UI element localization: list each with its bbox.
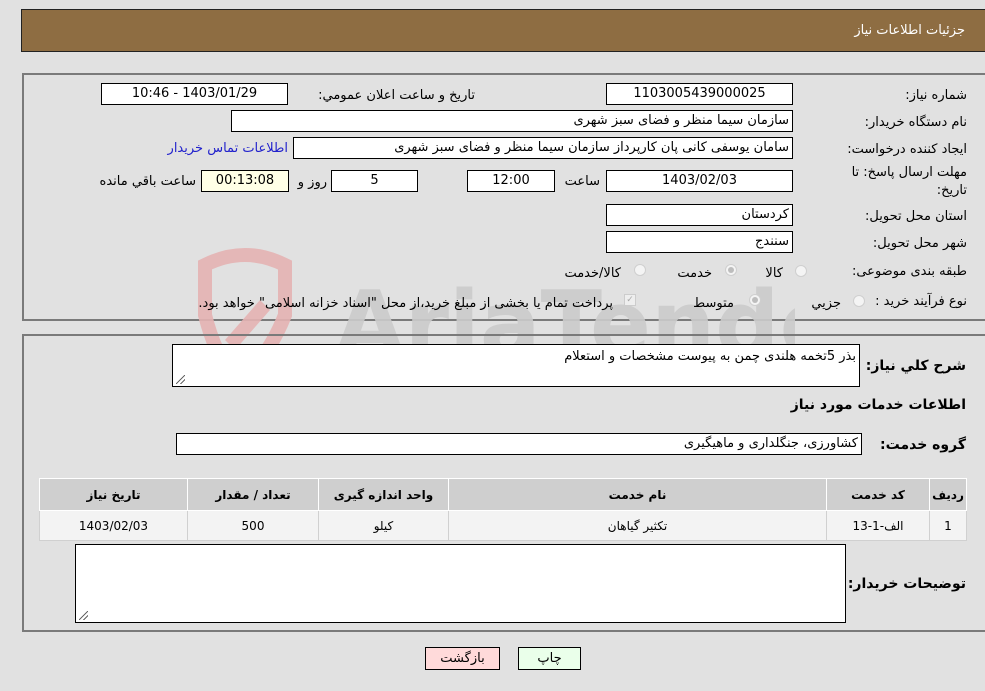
- back-button[interactable]: بازگشت: [425, 647, 500, 670]
- cell-service-name: تکثیر گیاهان: [448, 510, 827, 541]
- city-label: شهر محل تحویل:: [872, 236, 967, 251]
- cell-service-code: الف-1-13: [826, 510, 930, 541]
- buyer-notes-textarea[interactable]: [75, 544, 846, 623]
- deadline-time-field: 12:00: [467, 170, 555, 192]
- table-row: 1 الف-1-13 تکثیر گیاهان کیلو 500 1403/02…: [39, 510, 967, 541]
- creator-label: ایجاد کننده درخواست:: [847, 142, 967, 157]
- column-header-row-number: ردیف: [929, 478, 967, 511]
- treasury-note: پرداخت تمام یا بخشی از مبلغ خرید،از محل …: [198, 296, 613, 311]
- column-header-need-date: تاریخ نیاز: [39, 478, 188, 511]
- buyer-notes-label: توضیحات خریدار:: [847, 576, 966, 592]
- announce-datetime-field: 1403/01/29 - 10:46: [101, 83, 288, 105]
- process-radio-minor[interactable]: [853, 295, 865, 307]
- table-header-row: ردیف کد خدمت نام خدمت واحد اندازه گیری ت…: [39, 478, 967, 511]
- deadline-label: مهلت ارسال پاسخ: تا: [851, 165, 967, 180]
- remaining-time-field: 00:13:08: [201, 170, 289, 192]
- buyer-contact-link[interactable]: اطلاعات تماس خریدار: [168, 141, 288, 156]
- services-table: ردیف کد خدمت نام خدمت واحد اندازه گیری ت…: [39, 478, 967, 541]
- cell-need-date: 1403/02/03: [39, 510, 188, 541]
- province-label: استان محل تحویل:: [865, 209, 967, 224]
- process-option-medium: متوسط: [693, 296, 734, 311]
- print-button[interactable]: چاپ: [518, 647, 581, 670]
- buyer-org-label: نام دستگاه خریدار:: [864, 115, 967, 130]
- category-radio-goods[interactable]: [795, 265, 807, 277]
- column-header-service-name: نام خدمت: [448, 478, 827, 511]
- cell-unit: کیلو: [318, 510, 449, 541]
- deadline-time-label: ساعت: [564, 174, 600, 189]
- category-radio-service[interactable]: [725, 264, 737, 276]
- category-option-goods: کالا: [765, 266, 783, 281]
- column-header-service-code: کد خدمت: [826, 478, 930, 511]
- creator-field: سامان یوسفی کانی پان کارپرداز سازمان سیم…: [293, 137, 793, 159]
- process-label: نوع فرآیند خرید :: [875, 294, 967, 309]
- city-field: سنندج: [606, 231, 793, 253]
- category-option-goods-service: کالا/خدمت: [564, 266, 621, 281]
- description-text: بذر 5تخمه هلندی چمن به پیوست مشخصات و اس…: [564, 349, 856, 364]
- service-group-label: گروه خدمت:: [880, 437, 966, 453]
- cell-row-number: 1: [929, 510, 967, 541]
- process-option-minor: جزيي: [811, 296, 841, 311]
- description-textarea[interactable]: بذر 5تخمه هلندی چمن به پیوست مشخصات و اس…: [172, 344, 860, 387]
- province-field: کردستان: [606, 204, 793, 226]
- page-title: جزئیات اطلاعات نیاز: [854, 23, 965, 38]
- page-header: جزئیات اطلاعات نیاز: [21, 9, 985, 52]
- category-option-service: خدمت: [677, 266, 712, 281]
- days-remaining-field: 5: [331, 170, 418, 192]
- cell-quantity: 500: [187, 510, 319, 541]
- column-header-quantity: تعداد / مقدار: [187, 478, 319, 511]
- announce-label: تاریخ و ساعت اعلان عمومي:: [318, 88, 475, 103]
- description-label: شرح كلي نياز:: [865, 358, 966, 374]
- days-label: روز و: [297, 175, 327, 190]
- resize-grip-icon[interactable]: [79, 611, 88, 620]
- deadline-date-field: 1403/02/03: [606, 170, 793, 192]
- resize-grip-icon[interactable]: [176, 375, 185, 384]
- category-label: طبقه بندی موضوعی:: [851, 264, 967, 279]
- buyer-org-field: سازمان سیما منظر و فضای سبز شهری: [231, 110, 793, 132]
- column-header-unit: واحد اندازه گیری: [318, 478, 449, 511]
- category-radio-goods-service[interactable]: [634, 264, 646, 276]
- deadline-label-date: تاریخ:: [936, 183, 967, 198]
- process-radio-medium[interactable]: [749, 294, 761, 306]
- need-number-field: 1103005439000025: [606, 83, 793, 105]
- treasury-checkbox[interactable]: ✓: [624, 294, 636, 306]
- service-group-field: کشاورزی، جنگلداری و ماهیگیری: [176, 433, 862, 455]
- need-number-label: شماره نیاز:: [905, 88, 967, 103]
- remaining-time-label: ساعت باقي مانده: [99, 174, 196, 189]
- services-heading: اطلاعات خدمات مورد نیاز: [790, 397, 966, 413]
